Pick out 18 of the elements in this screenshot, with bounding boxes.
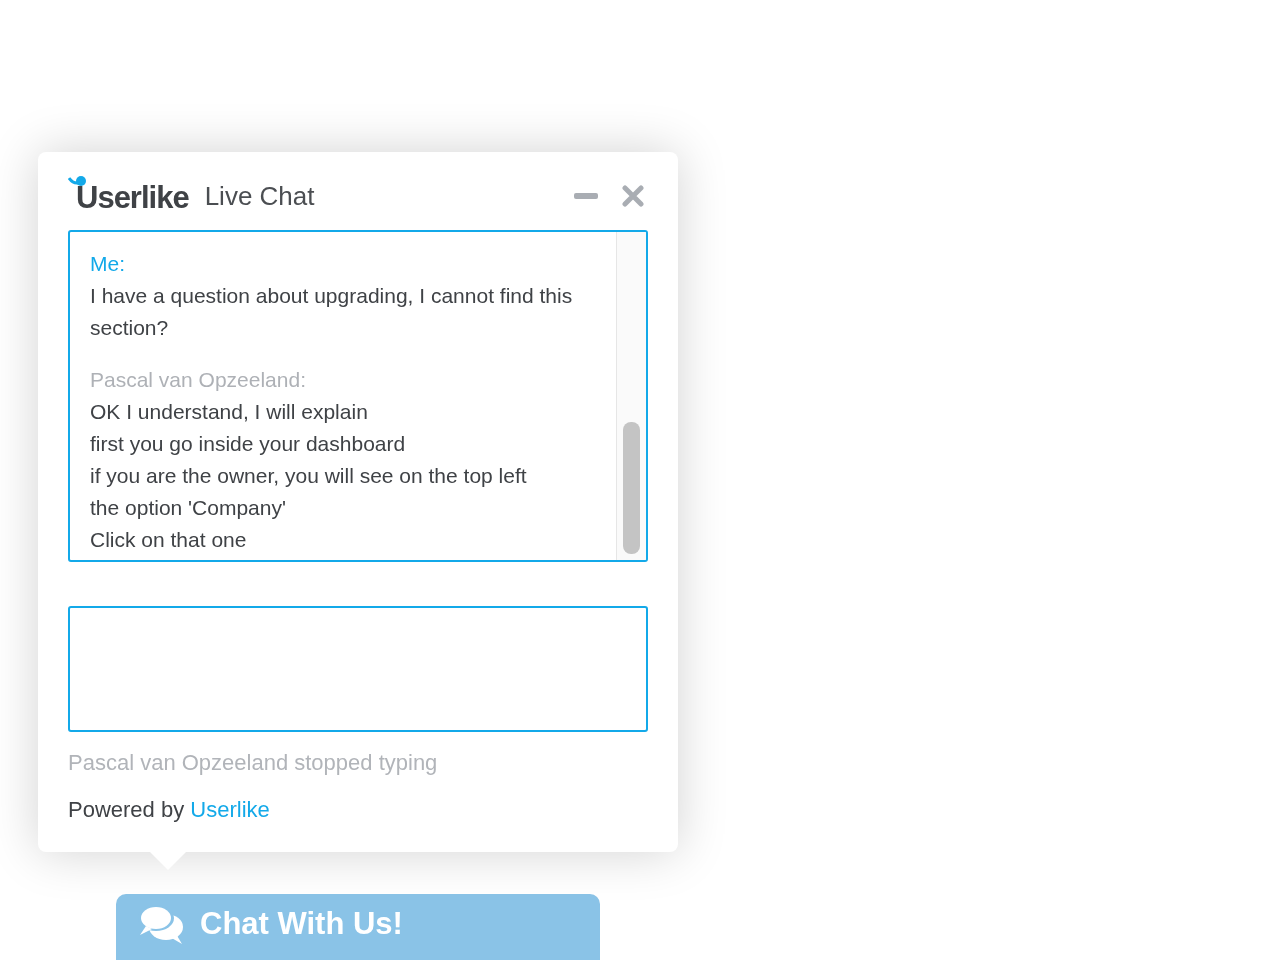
close-icon (622, 185, 644, 207)
message-text: if you are the owner, you will see on the top left (90, 463, 528, 489)
message-text: first you go inside your dashboard (90, 431, 407, 457)
chat-title: Live Chat (204, 179, 315, 213)
message-text: OK I understand, I will explain (90, 399, 369, 425)
message-author: Pascal van Opzeeland: (90, 367, 307, 393)
logo: Userlike (68, 174, 189, 218)
userlike-link[interactable]: Userlike (190, 797, 270, 822)
message-input[interactable] (68, 606, 648, 732)
powered-by-text: Powered by Userlike (68, 796, 271, 824)
message-author: Me: (90, 251, 126, 277)
chat-launcher-button[interactable]: Chat With Us! (116, 894, 600, 960)
message-text: Click on that one (90, 527, 248, 553)
message-text: the option 'Company' (90, 495, 287, 521)
message-text: I have a question about upgrading, I cannot find this section? (90, 283, 574, 341)
scrollbar-thumb[interactable] (623, 422, 640, 554)
minimize-icon (574, 193, 598, 199)
typing-status: Pascal van Opzeeland stopped typing (68, 749, 439, 777)
